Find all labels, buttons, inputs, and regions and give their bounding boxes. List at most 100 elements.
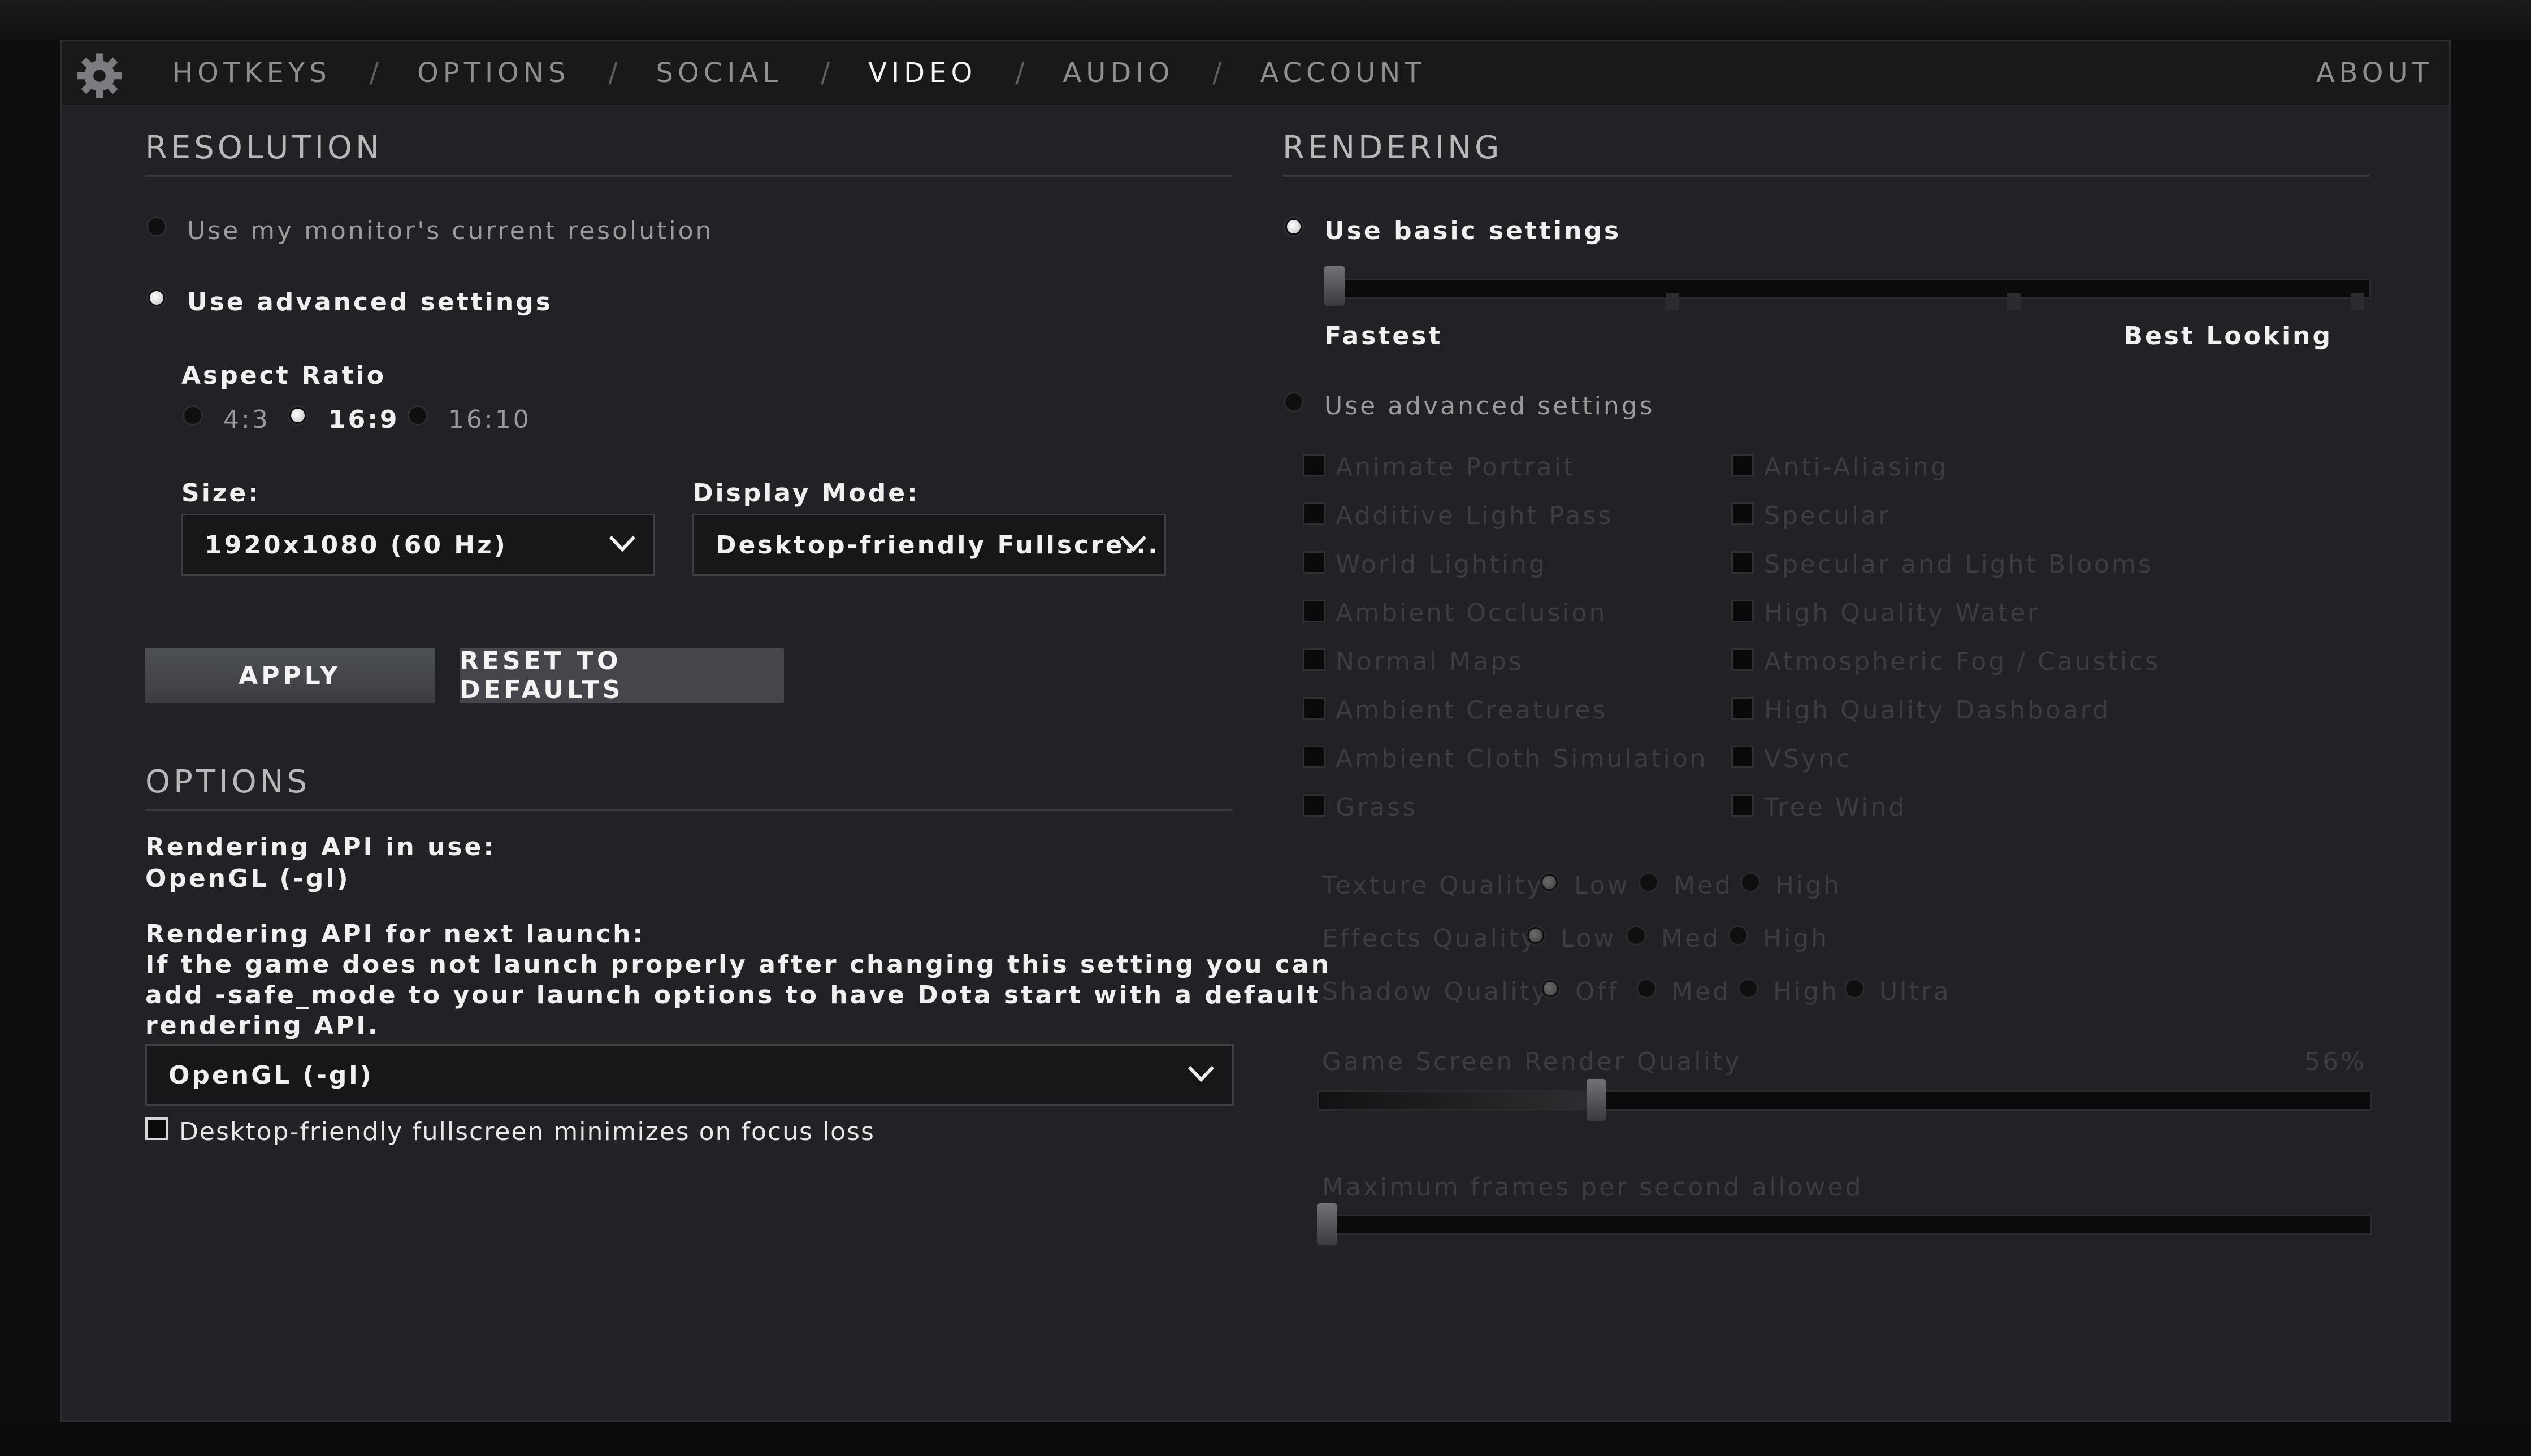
effects-high-radio[interactable] [1728, 925, 1748, 946]
effects-med-radio[interactable] [1626, 925, 1646, 946]
specular-checkbox[interactable] [1731, 502, 1754, 525]
window-backdrop-bottom [0, 1422, 2531, 1456]
shadow-high-radio[interactable] [1738, 978, 1758, 999]
hq-dashboard-label: High Quality Dashboard [1764, 696, 2111, 725]
rendering-advanced-label: Use advanced settings [1324, 392, 1655, 421]
monitor-resolution-radio[interactable] [146, 216, 167, 237]
slider-max-label: Best Looking [2123, 322, 2333, 350]
api-next-label: Rendering API for next launch: [145, 920, 645, 948]
atmospheric-fog-label: Atmospheric Fog / Caustics [1764, 647, 2161, 676]
nav-separator: / [821, 57, 830, 89]
chevron-down-icon [1188, 1065, 1215, 1082]
max-fps-slider-thumb[interactable] [1317, 1203, 1337, 1245]
specular-label: Specular [1764, 501, 1891, 530]
texture-med-label: Med [1674, 871, 1733, 900]
tree-wind-label: Tree Wind [1764, 793, 1907, 822]
aspect-ratio-label: Aspect Ratio [181, 361, 386, 390]
shadow-off-label: Off [1575, 977, 1619, 1006]
hq-water-label: High Quality Water [1764, 599, 2040, 627]
animate-portrait-checkbox[interactable] [1303, 454, 1325, 476]
tab-account[interactable]: ACCOUNT [1260, 57, 1425, 89]
size-dropdown-value: 1920x1080 (60 Hz) [205, 530, 508, 560]
vsync-label: VSync [1764, 744, 1853, 773]
effects-low-label: Low [1561, 924, 1616, 953]
anti-aliasing-label: Anti-Aliasing [1764, 453, 1949, 482]
slider-tick [1666, 293, 1679, 310]
settings-nav-bar: HOTKEYS / OPTIONS / SOCIAL / VIDEO / AUD… [62, 41, 2449, 105]
effects-med-label: Med [1661, 924, 1720, 953]
texture-high-label: High [1775, 871, 1842, 900]
window-backdrop-top [0, 0, 2531, 40]
resolution-section-title: RESOLUTION [145, 129, 383, 166]
shadow-med-radio[interactable] [1636, 978, 1657, 999]
gear-icon[interactable] [74, 50, 125, 101]
hq-water-checkbox[interactable] [1731, 600, 1754, 622]
api-note-line-2: add -safe_mode to your launch options to… [145, 981, 1321, 1009]
nav-separator: / [369, 57, 379, 89]
aspect-4-3-radio[interactable] [183, 405, 203, 426]
render-quality-slider-thumb[interactable] [1587, 1079, 1606, 1121]
tab-social[interactable]: SOCIAL [656, 57, 783, 89]
shadow-high-label: High [1773, 977, 1840, 1006]
anti-aliasing-checkbox[interactable] [1731, 454, 1754, 476]
effects-quality-label: Effects Quality [1322, 924, 1538, 953]
ambient-cloth-label: Ambient Cloth Simulation [1336, 744, 1708, 773]
world-lighting-checkbox[interactable] [1303, 551, 1325, 574]
basic-quality-slider-thumb[interactable] [1324, 266, 1345, 306]
render-quality-slider[interactable] [1317, 1090, 2372, 1111]
display-mode-dropdown[interactable]: Desktop-friendly Fullscre... [692, 514, 1166, 576]
api-in-use-value: OpenGL (-gl) [145, 864, 350, 893]
grass-checkbox[interactable] [1303, 794, 1325, 817]
tab-options[interactable]: OPTIONS [417, 57, 570, 89]
api-note-line-3: rendering API. [145, 1011, 380, 1040]
light-blooms-label: Specular and Light Blooms [1764, 550, 2153, 579]
normal-maps-label: Normal Maps [1336, 647, 1524, 676]
tab-video[interactable]: VIDEO [868, 57, 977, 89]
max-fps-label: Maximum frames per second allowed [1322, 1173, 1863, 1202]
api-note-line-1: If the game does not launch properly aft… [145, 950, 1331, 979]
render-quality-label: Game Screen Render Quality [1322, 1047, 1742, 1076]
additive-light-pass-checkbox[interactable] [1303, 502, 1325, 525]
shadow-quality-label: Shadow Quality [1322, 977, 1549, 1006]
rendering-advanced-radio[interactable] [1284, 392, 1304, 412]
rendering-section-title: RENDERING [1282, 129, 1503, 166]
texture-high-radio[interactable] [1740, 872, 1761, 892]
slider-tick [2351, 293, 2364, 310]
atmospheric-fog-checkbox[interactable] [1731, 648, 1754, 671]
tree-wind-checkbox[interactable] [1731, 794, 1754, 817]
tab-audio[interactable]: AUDIO [1063, 57, 1174, 89]
ambient-occlusion-checkbox[interactable] [1303, 600, 1325, 622]
tab-hotkeys[interactable]: HOTKEYS [172, 57, 331, 89]
rendering-basic-radio[interactable] [1284, 216, 1304, 237]
basic-quality-slider[interactable] [1324, 279, 2371, 299]
display-mode-dropdown-value: Desktop-friendly Fullscre... [716, 530, 1160, 560]
shadow-med-label: Med [1671, 977, 1731, 1006]
slider-min-label: Fastest [1324, 322, 1443, 350]
shadow-off-radio[interactable] [1540, 978, 1561, 999]
hq-dashboard-checkbox[interactable] [1731, 697, 1754, 720]
render-quality-value: 56% [2304, 1047, 2367, 1076]
vsync-checkbox[interactable] [1731, 746, 1754, 768]
aspect-16-9-label: 16:9 [328, 405, 400, 434]
apply-button[interactable]: APPLY [145, 648, 435, 703]
normal-maps-checkbox[interactable] [1303, 648, 1325, 671]
effects-low-radio[interactable] [1525, 925, 1546, 946]
additive-light-pass-label: Additive Light Pass [1336, 501, 1614, 530]
tab-about[interactable]: ABOUT [2316, 41, 2433, 105]
nav-tabs: HOTKEYS / OPTIONS / SOCIAL / VIDEO / AUD… [172, 41, 1426, 105]
resolution-advanced-radio[interactable] [146, 288, 167, 308]
size-dropdown[interactable]: 1920x1080 (60 Hz) [181, 514, 655, 576]
texture-low-radio[interactable] [1539, 872, 1559, 892]
texture-med-radio[interactable] [1639, 872, 1659, 892]
shadow-ultra-radio[interactable] [1844, 978, 1865, 999]
aspect-16-10-radio[interactable] [408, 405, 428, 426]
ambient-creatures-checkbox[interactable] [1303, 697, 1325, 720]
reset-defaults-button[interactable]: RESET TO DEFAULTS [460, 647, 784, 704]
slider-tick [2007, 293, 2021, 310]
ambient-cloth-checkbox[interactable] [1303, 746, 1325, 768]
api-next-dropdown[interactable]: OpenGL (-gl) [145, 1044, 1234, 1106]
light-blooms-checkbox[interactable] [1731, 551, 1754, 574]
max-fps-slider[interactable] [1317, 1215, 2372, 1235]
aspect-16-9-radio[interactable] [288, 405, 308, 426]
minimize-focus-loss-checkbox[interactable] [145, 1117, 168, 1140]
